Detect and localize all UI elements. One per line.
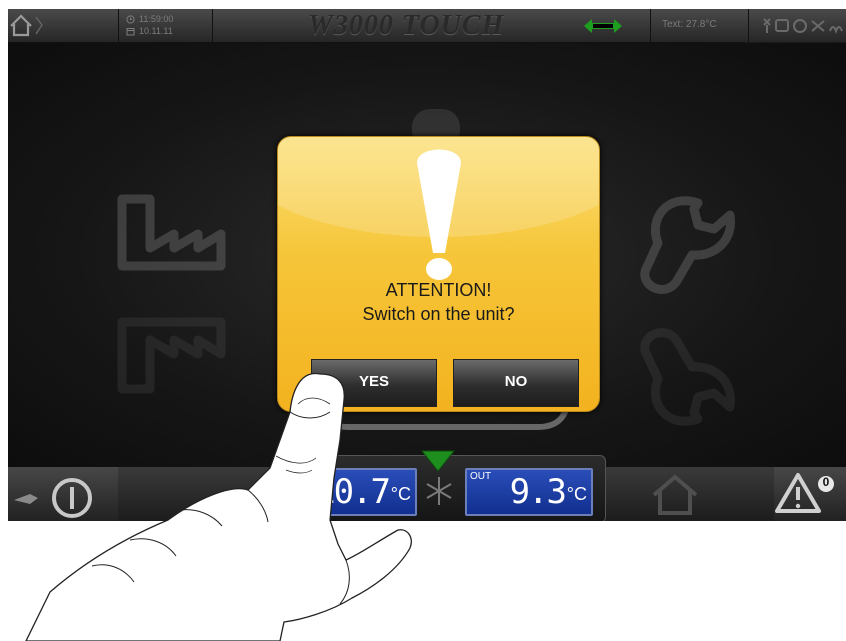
top-bar: 11:59:00 10.11.11 W3000 TOUCH Text: 27.8… (8, 9, 846, 43)
alarm-warning-icon (775, 473, 834, 513)
outside-temperature: Text: 27.8°C (662, 19, 717, 30)
app-title: W3000 TOUCH (308, 10, 505, 41)
out-temp-value: 9.3 (509, 472, 567, 512)
calendar-icon (126, 27, 135, 35)
out-temp-unit: °C (566, 484, 587, 504)
in-temp-value: 10.7 (315, 472, 391, 512)
dialog-message: Switch on the unit? (362, 304, 515, 324)
compressor-icon (775, 19, 789, 32)
link-status[interactable] (580, 15, 626, 37)
alarm-count: 0 (822, 475, 830, 489)
out-temp-display[interactable]: OUT 9.3 °C (465, 468, 593, 516)
in-temp-display[interactable]: 10.7 °C (295, 468, 417, 516)
date-text: 10.11.11 (139, 26, 173, 36)
factory-icon[interactable] (117, 194, 226, 271)
yes-button[interactable]: YES (311, 359, 437, 407)
wrench-icon[interactable] (640, 196, 736, 294)
fan-icon (763, 18, 771, 33)
clock-icon (126, 14, 135, 24)
pump-icon (793, 19, 807, 33)
home-icon (10, 14, 43, 37)
in-temp-unit: °C (390, 484, 411, 504)
out-label: OUT (470, 471, 492, 482)
link-arrows-icon (584, 19, 622, 33)
clock-display[interactable]: 11:59:00 10.11.11 (126, 13, 206, 39)
separator (650, 9, 651, 42)
home-icon[interactable] (648, 473, 702, 517)
home-button[interactable] (8, 9, 48, 42)
attention-dialog: ATTENTION! Switch on the unit? YES NO (277, 136, 600, 412)
status-icons[interactable] (758, 15, 844, 37)
power-icon (14, 478, 92, 518)
snowflake-icon (426, 477, 452, 505)
no-button[interactable]: NO (453, 359, 579, 407)
alarm-button[interactable]: 0 (774, 467, 846, 521)
bottom-bar: 10.7 °C OUT 9.3 °C 0 (8, 450, 846, 521)
separator (118, 9, 119, 42)
factory-reflection (117, 317, 226, 394)
heater-icon (829, 26, 843, 34)
wrench-reflection (640, 328, 736, 426)
exclamation-icon (417, 149, 461, 280)
separator (748, 9, 749, 42)
dialog-title: ATTENTION! (385, 280, 492, 300)
time-text: 11:59:00 (139, 14, 174, 24)
green-indicator-arrow (420, 450, 456, 472)
power-button[interactable] (8, 467, 118, 521)
separator (212, 9, 213, 42)
valve-icon (811, 20, 825, 32)
